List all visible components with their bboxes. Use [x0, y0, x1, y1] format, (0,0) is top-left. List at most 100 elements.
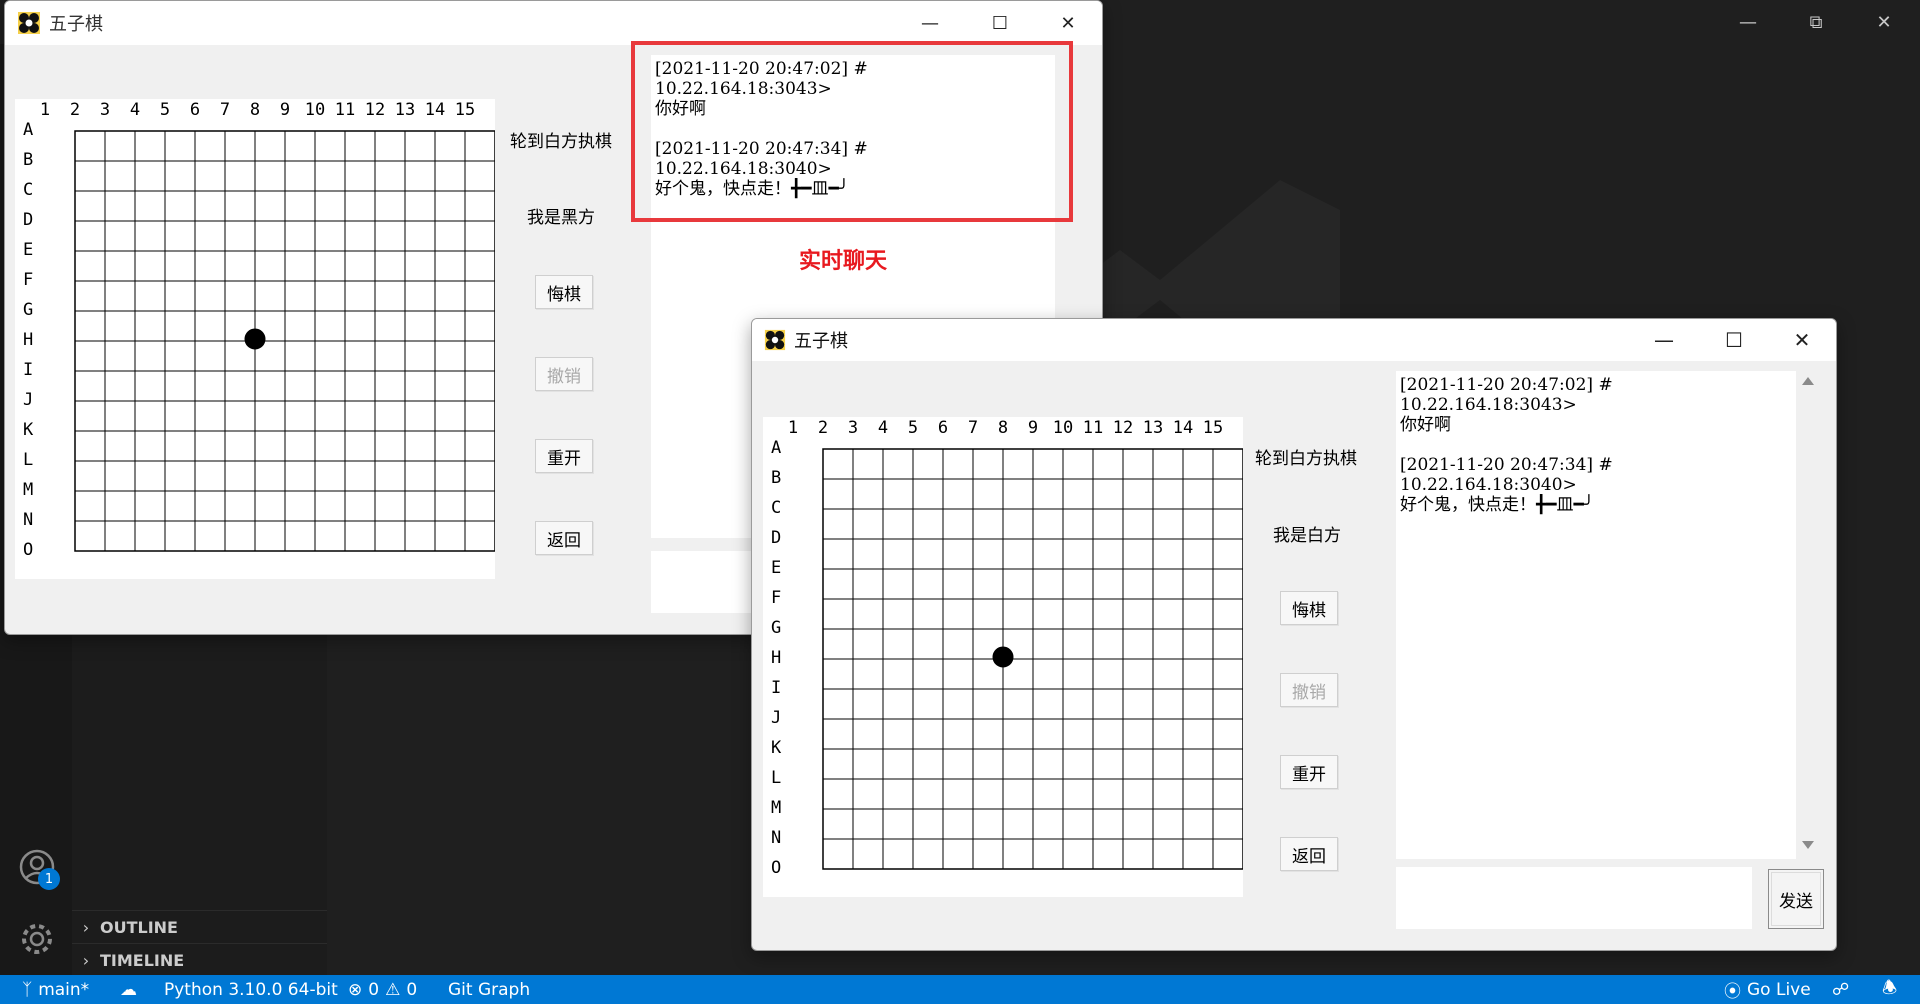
minimize-button[interactable]: — — [1629, 319, 1699, 361]
row-label: A — [23, 120, 33, 140]
python-interpreter-label: Python 3.10.0 64-bit — [164, 979, 338, 1000]
row-label: L — [771, 768, 781, 788]
maximize-button[interactable]: ☐ — [1699, 319, 1769, 361]
column-label: 4 — [878, 418, 888, 438]
row-label: M — [23, 480, 33, 500]
chat-scrollbar[interactable] — [1798, 371, 1818, 859]
timeline-section[interactable]: › TIMELINE — [72, 943, 327, 976]
column-label: 14 — [425, 100, 445, 120]
feedback-item[interactable]: ☍ — [1832, 975, 1849, 1004]
undo-button[interactable]: 撤销 — [1280, 673, 1338, 707]
gomoku-app-icon — [18, 12, 40, 34]
gomoku-board-panel[interactable]: 1 2 3 4 5 6 7 8 9 10 11 12 13 14 15 A B C D E F G H I J K L M N O — [763, 417, 1243, 897]
row-label: J — [771, 708, 781, 728]
go-live-item[interactable]: ⦿ Go Live — [1724, 975, 1811, 1004]
broadcast-icon: ⦿ — [1724, 982, 1741, 1002]
row-label: H — [23, 330, 33, 350]
column-label: 9 — [280, 100, 290, 120]
column-label: 11 — [1083, 418, 1103, 438]
row-label: H — [771, 648, 781, 668]
gomoku-board[interactable]: 1 2 3 4 5 6 7 8 9 10 11 12 13 14 15ABCDEFGHIJKLMNO — [763, 417, 1243, 897]
row-label: C — [23, 180, 33, 200]
gear-icon[interactable] — [18, 920, 56, 958]
restart-button[interactable]: 重开 — [1280, 755, 1338, 789]
restart-button[interactable]: 重开 — [535, 439, 593, 473]
row-label: B — [23, 150, 33, 170]
column-label: 8 — [998, 418, 1008, 438]
column-label: 15 — [1203, 418, 1223, 438]
column-label: 1 — [40, 100, 50, 120]
python-interpreter-item[interactable]: Python 3.10.0 64-bit — [164, 975, 338, 1004]
regret-button[interactable]: 悔棋 — [535, 275, 593, 309]
row-label: D — [771, 528, 781, 548]
feedback-icon: ☍ — [1832, 979, 1850, 1000]
row-label: G — [23, 300, 33, 320]
bell-icon: 🕭 — [1882, 978, 1898, 998]
warning-icon: ⚠ — [385, 979, 401, 1000]
row-label: M — [771, 798, 781, 818]
row-label: O — [23, 540, 33, 560]
git-branch-label: main* — [38, 979, 90, 1000]
column-label: 13 — [395, 100, 415, 120]
row-label: I — [23, 360, 33, 380]
chat-line: 好个鬼，快点走！╋━皿━╯ — [1400, 495, 1594, 515]
chat-line: 10.22.164.18:3040> — [1400, 475, 1577, 495]
chat-input[interactable] — [1396, 867, 1752, 929]
chat-log[interactable]: [2021-11-20 20:47:02] #10.22.164.18:3043… — [1396, 371, 1796, 859]
close-button[interactable]: ✕ — [1035, 1, 1101, 45]
vscode-minimize-button[interactable]: — — [1718, 0, 1778, 44]
send-button[interactable]: 发送 — [1768, 869, 1824, 929]
git-graph-item[interactable]: Git Graph — [448, 975, 530, 1004]
row-label: E — [23, 240, 33, 260]
role-indicator: 我是黑方 — [527, 208, 595, 228]
row-label: K — [771, 738, 782, 758]
row-label: N — [771, 828, 781, 848]
chat-annotation-label: 实时聊天 — [799, 249, 888, 274]
back-button[interactable]: 返回 — [535, 521, 593, 555]
column-label: 5 — [160, 100, 170, 120]
column-label: 12 — [365, 100, 385, 120]
outline-section[interactable]: › OUTLINE — [72, 910, 327, 943]
gomoku-board[interactable]: 1 2 3 4 5 6 7 8 9 10 11 12 13 14 15ABCDEFGHIJKLMNO — [15, 99, 495, 579]
regret-button[interactable]: 悔棋 — [1280, 591, 1338, 625]
row-label: F — [23, 270, 33, 290]
row-label: G — [771, 618, 781, 638]
chat-line — [1400, 435, 1792, 455]
column-label: 10 — [1053, 418, 1073, 438]
column-label: 13 — [1143, 418, 1163, 438]
vscode-restore-button[interactable]: ⧉ — [1786, 0, 1846, 44]
column-label: 11 — [335, 100, 355, 120]
account-badge: 1 — [38, 868, 60, 890]
maximize-button[interactable]: ☐ — [967, 1, 1033, 45]
close-button[interactable]: ✕ — [1769, 319, 1835, 361]
undo-button[interactable]: 撤销 — [535, 357, 593, 391]
row-label: K — [23, 420, 34, 440]
column-label: 8 — [250, 100, 260, 120]
column-label: 6 — [938, 418, 948, 438]
scroll-up-arrow-icon[interactable] — [1802, 377, 1814, 385]
row-label: J — [23, 390, 33, 410]
column-label: 10 — [305, 100, 325, 120]
timeline-section-label: TIMELINE — [100, 950, 185, 970]
back-button[interactable]: 返回 — [1280, 837, 1338, 871]
git-branch-item[interactable]: ᛉ main* — [22, 975, 89, 1004]
chat-line: 10.22.164.18:3043> — [1400, 395, 1577, 415]
scroll-down-arrow-icon[interactable] — [1802, 841, 1814, 849]
row-label: F — [771, 588, 781, 608]
problems-item[interactable]: ⊗ 0 ⚠ 0 — [348, 975, 417, 1004]
chevron-right-icon: › — [82, 917, 90, 937]
notifications-item[interactable]: 🕭 — [1882, 975, 1897, 1004]
vscode-close-button[interactable]: ✕ — [1854, 0, 1914, 44]
column-label: 15 — [455, 100, 475, 120]
column-label: 7 — [220, 100, 230, 120]
gomoku-board-panel[interactable]: 1 2 3 4 5 6 7 8 9 10 11 12 13 14 15 A B C D E F G H I J K L M N O — [15, 99, 495, 579]
column-label: 7 — [968, 418, 978, 438]
stone-black — [244, 328, 266, 350]
minimize-button[interactable]: — — [897, 1, 963, 45]
column-label: 9 — [1028, 418, 1038, 438]
sync-item[interactable]: ☁ — [120, 975, 137, 1004]
outline-section-label: OUTLINE — [100, 917, 178, 937]
cloud-sync-icon: ☁ — [120, 979, 137, 1000]
column-label: 4 — [130, 100, 140, 120]
row-label: N — [23, 510, 33, 530]
